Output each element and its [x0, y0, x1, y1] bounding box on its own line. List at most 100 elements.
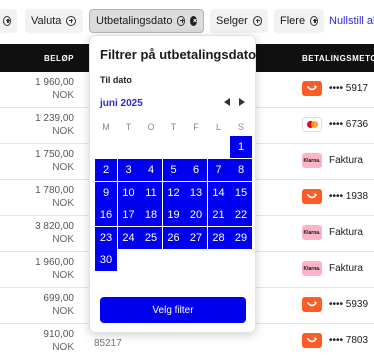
calendar-day[interactable]: 5 — [162, 159, 185, 181]
row-payment-method: Klarna. Faktura — [302, 261, 363, 276]
column-header-payment-method[interactable]: BETALINGSMETODE — [302, 54, 374, 63]
popover-title: Filtrer på utbetalingsdato — [100, 47, 257, 62]
filter-chip-label: Valuta — [31, 15, 62, 27]
vipps-logo-icon — [302, 297, 322, 312]
vipps-logo-icon — [302, 189, 322, 204]
payment-method-text: Faktura — [329, 155, 363, 166]
calendar-day[interactable]: 8 — [230, 159, 252, 181]
filter-chip-label: Flere — [280, 15, 306, 27]
row-amount: 1 750,00 — [35, 149, 74, 160]
payment-method-text: •••• 6736 — [329, 119, 369, 130]
weekday-label: F — [193, 122, 199, 132]
calendar-day[interactable]: 24 — [117, 226, 140, 249]
klarna-logo-icon: Klarna. — [302, 153, 322, 168]
plus-circle-icon — [310, 16, 318, 26]
calendar-day[interactable]: 9 — [95, 181, 117, 204]
row-currency: NOK — [52, 342, 74, 353]
calendar-day[interactable]: 11 — [140, 181, 162, 204]
row-payment-method: •••• 7803 — [302, 333, 368, 348]
weekday-label: M — [102, 122, 110, 132]
plus-circle-icon — [177, 16, 185, 26]
filter-chip-seller[interactable]: Selger — [210, 9, 268, 33]
calendar-day[interactable]: 23 — [95, 226, 117, 249]
calendar-day[interactable]: 14 — [207, 181, 230, 204]
calendar-day[interactable]: 18 — [140, 204, 162, 226]
calendar-day[interactable]: 21 — [207, 204, 230, 226]
plus-circle-icon — [66, 16, 77, 26]
row-currency: NOK — [52, 126, 74, 137]
previous-month-icon[interactable] — [223, 97, 233, 107]
klarna-logo-icon: Klarna. — [302, 225, 322, 240]
filter-chip-payout-date[interactable]: Utbetalingsdato — [89, 9, 204, 33]
filter-chip-currency[interactable]: Valuta — [25, 9, 83, 33]
calendar-day[interactable]: 3 — [117, 159, 140, 181]
calendar-day[interactable]: 27 — [185, 226, 207, 249]
calendar-day[interactable]: 10 — [117, 181, 140, 204]
row-payment-method: •••• 6736 — [302, 117, 368, 132]
weekday-label: S — [237, 122, 244, 132]
calendar-day[interactable]: 7 — [207, 159, 230, 181]
calendar-day[interactable]: 22 — [230, 204, 252, 226]
to-date-label: Til dato — [100, 75, 132, 85]
row-amount: 1 960,00 — [35, 77, 74, 88]
filter-chip-partial[interactable] — [0, 9, 17, 33]
calendar-day[interactable]: 29 — [230, 226, 252, 249]
apply-filter-button[interactable]: Velg filter — [100, 297, 246, 323]
row-amount: 1 780,00 — [35, 185, 74, 196]
row-payment-method: •••• 1938 — [302, 189, 368, 204]
calendar-day[interactable]: 16 — [95, 204, 117, 226]
calendar-month-label: juni 2025 — [100, 98, 143, 109]
filter-chip-more[interactable]: Flere — [274, 9, 324, 33]
reset-all-link[interactable]: Nullstill alle — [329, 15, 374, 27]
row-currency: NOK — [52, 234, 74, 245]
row-currency: NOK — [52, 306, 74, 317]
plus-circle-icon — [252, 16, 262, 26]
payment-method-text: Faktura — [329, 227, 363, 238]
filter-chip-label: Selger — [216, 15, 248, 27]
payment-method-text: •••• 5939 — [329, 299, 369, 310]
calendar-day[interactable]: 26 — [162, 226, 185, 249]
calendar-day[interactable]: 12 — [162, 181, 185, 204]
calendar-day[interactable]: 15 — [230, 181, 252, 204]
row-payment-method: •••• 5917 — [302, 81, 368, 96]
calendar-day[interactable]: 19 — [162, 204, 185, 226]
payment-method-text: •••• 7803 — [329, 335, 369, 346]
weekday-label: L — [215, 122, 221, 132]
calendar-day[interactable]: 4 — [140, 159, 162, 181]
calendar-day[interactable]: 6 — [185, 159, 207, 181]
weekday-label: O — [147, 122, 155, 132]
weekday-label: T — [170, 122, 177, 132]
filter-chip-label: Utbetalingsdato — [96, 15, 173, 27]
row-amount: 910,00 — [43, 329, 74, 340]
calendar-day[interactable]: 13 — [185, 181, 207, 204]
reference-text: 85217 — [94, 338, 122, 349]
calendar-day[interactable]: 25 — [140, 226, 162, 249]
calendar-day[interactable]: 1 — [230, 136, 252, 158]
calendar-day[interactable]: 17 — [117, 204, 140, 226]
calendar-day[interactable]: 2 — [95, 159, 117, 181]
vipps-logo-icon — [302, 333, 322, 348]
calendar-day[interactable]: 28 — [207, 226, 230, 249]
row-amount: 1 960,00 — [35, 257, 74, 268]
weekday-label: T — [125, 122, 132, 132]
row-currency: NOK — [52, 90, 74, 101]
row-currency: NOK — [52, 162, 74, 173]
close-circle-icon[interactable] — [189, 16, 197, 26]
plus-circle-icon — [3, 16, 11, 26]
payment-method-text: Faktura — [329, 263, 363, 274]
row-payment-method: •••• 5939 — [302, 297, 368, 312]
row-amount: 699,00 — [43, 293, 74, 304]
row-amount: 3 820,00 — [35, 221, 74, 232]
next-month-icon[interactable] — [237, 97, 247, 107]
calendar-day[interactable]: 20 — [185, 204, 207, 226]
date-filter-popover: Filtrer på utbetalingsdato Til dato juni… — [89, 35, 256, 333]
vipps-logo-icon — [302, 81, 322, 96]
row-payment-method: Klarna. Faktura — [302, 153, 363, 168]
klarna-logo-icon: Klarna. — [302, 261, 322, 276]
calendar-day[interactable]: 30 — [95, 249, 117, 271]
payment-method-text: •••• 1938 — [329, 191, 369, 202]
row-currency: NOK — [52, 270, 74, 281]
row-payment-method: Klarna. Faktura — [302, 225, 363, 240]
column-header-amount[interactable]: BELØP — [44, 54, 74, 63]
row-currency: NOK — [52, 198, 74, 209]
